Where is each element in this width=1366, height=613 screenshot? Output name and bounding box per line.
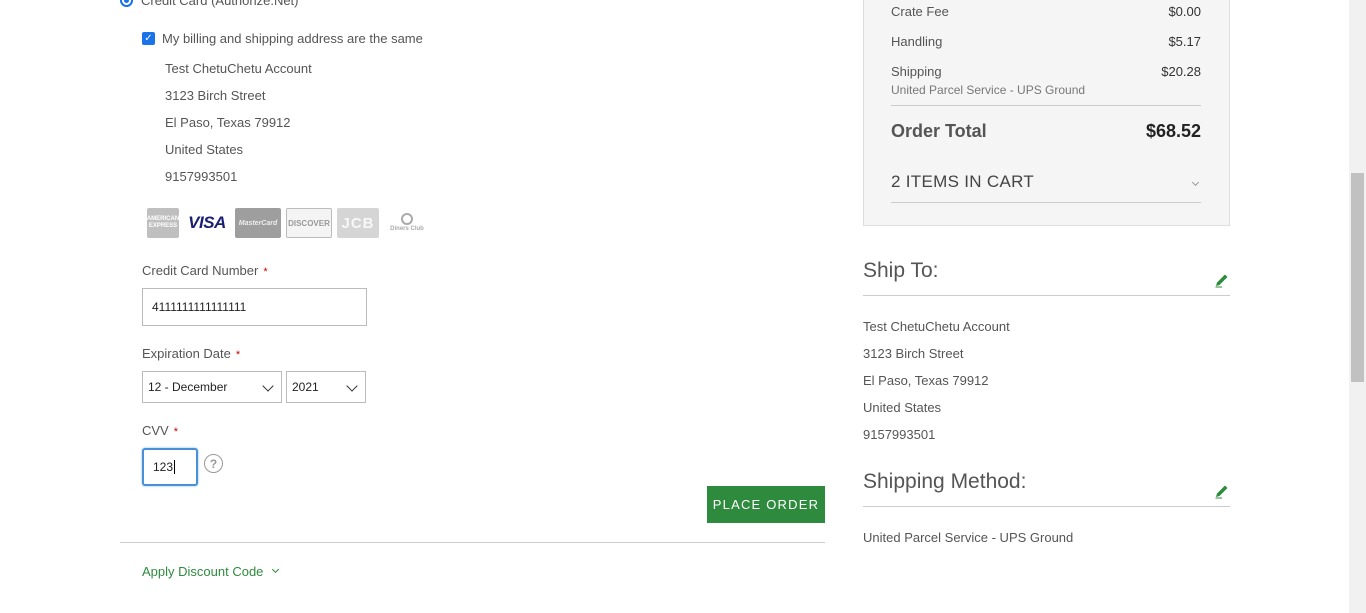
crate-fee-label: Crate Fee: [891, 4, 949, 19]
billing-address-phone: 9157993501: [165, 169, 238, 184]
items-in-cart-toggle[interactable]: 2 ITEMS IN CART: [891, 172, 1201, 192]
order-total-value: $68.52: [1145, 121, 1201, 141]
diners-club-logo-icon: Diners Club: [384, 208, 430, 238]
payment-method-radio[interactable]: [120, 0, 133, 7]
divider: [891, 202, 1201, 203]
chevron-down-icon: [272, 565, 280, 574]
expiration-year-select[interactable]: 2021: [286, 371, 366, 403]
mastercard-logo-icon: MasterCard: [235, 208, 281, 238]
billing-address: Test ChetuChetu Account 3123 Birch Stree…: [165, 60, 312, 195]
crate-fee-row: Crate Fee $0.00: [891, 4, 1201, 19]
ship-to-street: 3123 Birch Street: [863, 346, 964, 361]
divider: [891, 105, 1201, 106]
edit-pencil-icon[interactable]: [1214, 483, 1230, 499]
jcb-logo-icon: JCB: [337, 208, 379, 238]
same-address-option[interactable]: ✓ My billing and shipping address are th…: [142, 31, 423, 46]
chevron-down-icon: [346, 380, 358, 392]
apply-discount-toggle[interactable]: Apply Discount Code: [142, 564, 280, 579]
cvv-help-icon[interactable]: ?: [204, 454, 223, 473]
shipping-row: Shipping $20.28: [891, 64, 1201, 79]
same-address-checkbox[interactable]: ✓: [142, 32, 155, 45]
billing-address-street: 3123 Birch Street: [165, 88, 266, 103]
handling-value: $5.17: [1168, 34, 1201, 49]
same-address-label: My billing and shipping address are the …: [162, 31, 423, 46]
shipping-method-title: Shipping Method:: [863, 470, 1027, 493]
cvv-input[interactable]: 123: [142, 448, 198, 486]
place-order-button[interactable]: PLACE ORDER: [707, 486, 825, 523]
order-total-label: Order Total: [891, 121, 987, 141]
chevron-down-icon: [1191, 178, 1200, 186]
divider: [120, 542, 825, 543]
items-in-cart-label: 2 ITEMS IN CART: [891, 172, 1035, 191]
edit-pencil-icon[interactable]: [1214, 272, 1230, 288]
ship-to-title: Ship To:: [863, 259, 939, 282]
billing-address-country: United States: [165, 142, 244, 157]
card-number-input[interactable]: 4111111111111111: [142, 288, 367, 326]
crate-fee-value: $0.00: [1168, 4, 1201, 19]
ship-to-address: Test ChetuChetu Account 3123 Birch Stree…: [863, 318, 1010, 453]
divider: [863, 506, 1230, 507]
order-total-row: Order Total $68.52: [891, 121, 1201, 142]
chevron-down-icon: [262, 380, 274, 392]
card-number-label: Credit Card Number *: [142, 263, 268, 278]
handling-row: Handling $5.17: [891, 34, 1201, 49]
shipping-carrier: United Parcel Service - UPS Ground: [891, 83, 1086, 97]
visa-logo-icon: VISA: [184, 208, 230, 238]
scrollbar-thumb[interactable]: [1351, 173, 1364, 382]
shipping-method-value: United Parcel Service - UPS Ground: [863, 530, 1074, 545]
card-logos: AMERICAN EXPRESS VISA MasterCard DISCOVE…: [147, 208, 430, 238]
expiration-month-select[interactable]: 12 - December: [142, 371, 282, 403]
page-scrollbar[interactable]: [1349, 0, 1366, 613]
ship-to-name: Test ChetuChetu Account: [863, 319, 1010, 334]
discover-logo-icon: DISCOVER: [286, 208, 332, 238]
ship-to-phone: 9157993501: [863, 427, 936, 442]
divider: [863, 295, 1230, 296]
apply-discount-label: Apply Discount Code: [142, 564, 264, 579]
shipping-value: $20.28: [1161, 64, 1201, 79]
billing-address-name: Test ChetuChetu Account: [165, 61, 312, 76]
payment-method-label: Credit Card (Authorize.Net): [141, 0, 299, 8]
cvv-label: CVV *: [142, 423, 179, 438]
ship-to-city: El Paso, Texas 79912: [863, 373, 989, 388]
billing-address-city: El Paso, Texas 79912: [165, 115, 291, 130]
expiration-date-label: Expiration Date *: [142, 346, 241, 361]
shipping-label: Shipping: [891, 64, 942, 79]
ship-to-country: United States: [863, 400, 942, 415]
payment-method-option[interactable]: Credit Card (Authorize.Net): [120, 0, 299, 8]
amex-logo-icon: AMERICAN EXPRESS: [147, 208, 179, 238]
handling-label: Handling: [891, 34, 943, 49]
